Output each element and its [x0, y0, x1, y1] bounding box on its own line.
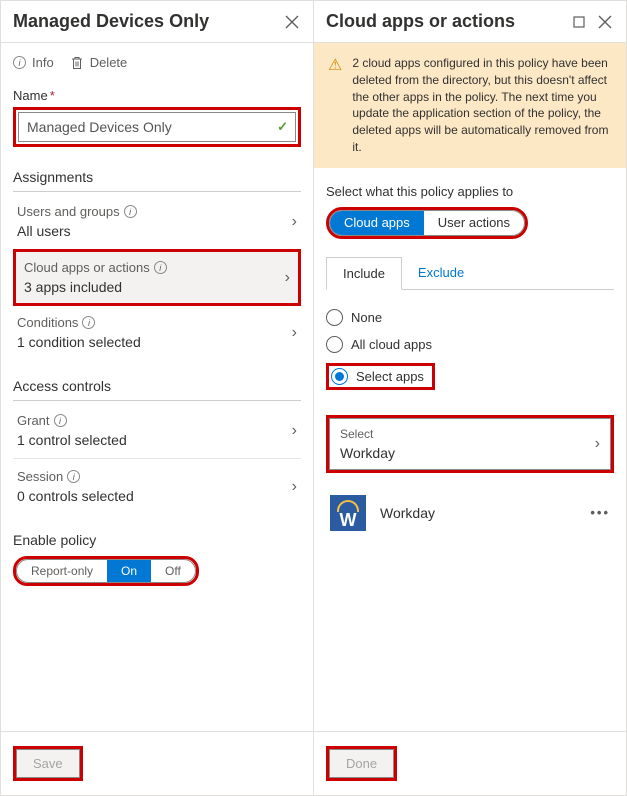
app-name: Workday [380, 505, 576, 521]
chevron-right-icon: › [292, 422, 297, 440]
session-value: 0 controls selected [17, 488, 134, 504]
users-groups-row[interactable]: Users and groups i All users › [13, 194, 301, 250]
delete-label: Delete [90, 55, 128, 70]
app-row: W Workday ••• [326, 483, 614, 543]
radio-all-label: All cloud apps [351, 337, 432, 352]
radio-icon [326, 336, 343, 353]
toggle-on[interactable]: On [107, 560, 151, 582]
access-controls-heading: Access controls [13, 378, 301, 401]
cloud-apps-row[interactable]: Cloud apps or actions i 3 apps included … [13, 249, 301, 306]
left-header: Managed Devices Only [1, 1, 313, 43]
right-header-icons [570, 13, 614, 31]
grant-title: Grant [17, 413, 50, 428]
radio-none[interactable]: None [326, 304, 614, 331]
left-header-icons [283, 13, 301, 31]
info-icon: i [154, 261, 167, 274]
toggle-report-only[interactable]: Report-only [17, 560, 107, 582]
name-input[interactable] [18, 112, 296, 142]
trash-icon [70, 56, 84, 70]
left-title: Managed Devices Only [13, 11, 209, 32]
users-groups-value: All users [17, 223, 137, 239]
applies-to-toggle: Cloud apps User actions [329, 210, 525, 236]
cloud-apps-title: Cloud apps or actions [24, 260, 150, 275]
users-groups-title: Users and groups [17, 204, 120, 219]
policy-panel: Managed Devices Only i Info Delete Name*… [0, 0, 314, 796]
info-icon: i [67, 470, 80, 483]
cloud-apps-panel: Cloud apps or actions ⚠ 2 cloud apps con… [314, 0, 627, 796]
close-icon[interactable] [596, 13, 614, 31]
conditions-value: 1 condition selected [17, 334, 141, 350]
chevron-right-icon: › [292, 324, 297, 342]
delete-button[interactable]: Delete [70, 55, 128, 70]
pill-user-actions[interactable]: User actions [424, 211, 524, 235]
warning-icon: ⚠ [328, 55, 342, 156]
enable-policy-heading: Enable policy [13, 532, 301, 554]
assignments-heading: Assignments [13, 169, 301, 192]
save-button[interactable]: Save [16, 749, 80, 778]
applies-to-label: Select what this policy applies to [326, 184, 614, 199]
conditions-row[interactable]: Conditions i 1 condition selected › [13, 305, 301, 360]
select-highlight: Select Workday › [326, 415, 614, 473]
info-label: Info [32, 55, 54, 70]
left-body: i Info Delete Name* ✓ Assignments Users … [1, 43, 313, 731]
close-icon[interactable] [283, 13, 301, 31]
required-mark: * [50, 88, 55, 103]
done-button[interactable]: Done [329, 749, 394, 778]
radio-select-row[interactable]: Select apps [326, 358, 614, 395]
pill-cloud-apps[interactable]: Cloud apps [330, 211, 424, 235]
session-title: Session [17, 469, 63, 484]
toolbar: i Info Delete [13, 55, 301, 70]
select-label: Select [340, 427, 395, 441]
chevron-right-icon: › [595, 435, 600, 453]
right-header: Cloud apps or actions [314, 1, 626, 43]
include-exclude-tabs: Include Exclude [326, 257, 614, 290]
check-icon: ✓ [277, 119, 288, 135]
radio-select-highlight: Select apps [326, 363, 435, 390]
info-icon: i [13, 56, 26, 69]
right-body: ⚠ 2 cloud apps configured in this policy… [314, 43, 626, 731]
info-icon: i [124, 205, 137, 218]
grant-value: 1 control selected [17, 432, 127, 448]
conditions-title: Conditions [17, 315, 78, 330]
chevron-right-icon: › [292, 478, 297, 496]
info-icon: i [82, 316, 95, 329]
done-highlight: Done [326, 746, 397, 781]
name-label: Name* [13, 88, 301, 103]
enable-policy-highlight: Report-only On Off [13, 556, 199, 586]
radio-select-label: Select apps [356, 369, 424, 384]
warning-text: 2 cloud apps configured in this policy h… [352, 55, 612, 156]
right-footer: Done [314, 731, 626, 795]
radio-all[interactable]: All cloud apps [326, 331, 614, 358]
chevron-right-icon: › [285, 269, 290, 287]
info-icon: i [54, 414, 67, 427]
tab-include[interactable]: Include [326, 257, 402, 290]
more-icon[interactable]: ••• [590, 505, 610, 520]
radio-icon [326, 309, 343, 326]
select-value: Workday [340, 445, 395, 461]
select-apps-picker[interactable]: Select Workday › [329, 418, 611, 470]
tab-exclude[interactable]: Exclude [402, 257, 480, 289]
radio-group: None All cloud apps Select apps [326, 304, 614, 395]
save-highlight: Save [13, 746, 83, 781]
toggle-off[interactable]: Off [151, 560, 195, 582]
right-title: Cloud apps or actions [326, 11, 515, 32]
info-button[interactable]: i Info [13, 55, 54, 70]
workday-icon: W [330, 495, 366, 531]
radio-none-label: None [351, 310, 382, 325]
session-row[interactable]: Session i 0 controls selected › [13, 459, 301, 514]
enable-policy-toggle: Report-only On Off [16, 559, 196, 583]
maximize-icon[interactable] [570, 13, 588, 31]
warning-banner: ⚠ 2 cloud apps configured in this policy… [314, 43, 626, 168]
grant-row[interactable]: Grant i 1 control selected › [13, 403, 301, 459]
name-field-highlight: ✓ [13, 107, 301, 147]
chevron-right-icon: › [292, 213, 297, 231]
cloud-apps-value: 3 apps included [24, 279, 167, 295]
pill-highlight: Cloud apps User actions [326, 207, 528, 239]
left-footer: Save [1, 731, 313, 795]
radio-icon [331, 368, 348, 385]
